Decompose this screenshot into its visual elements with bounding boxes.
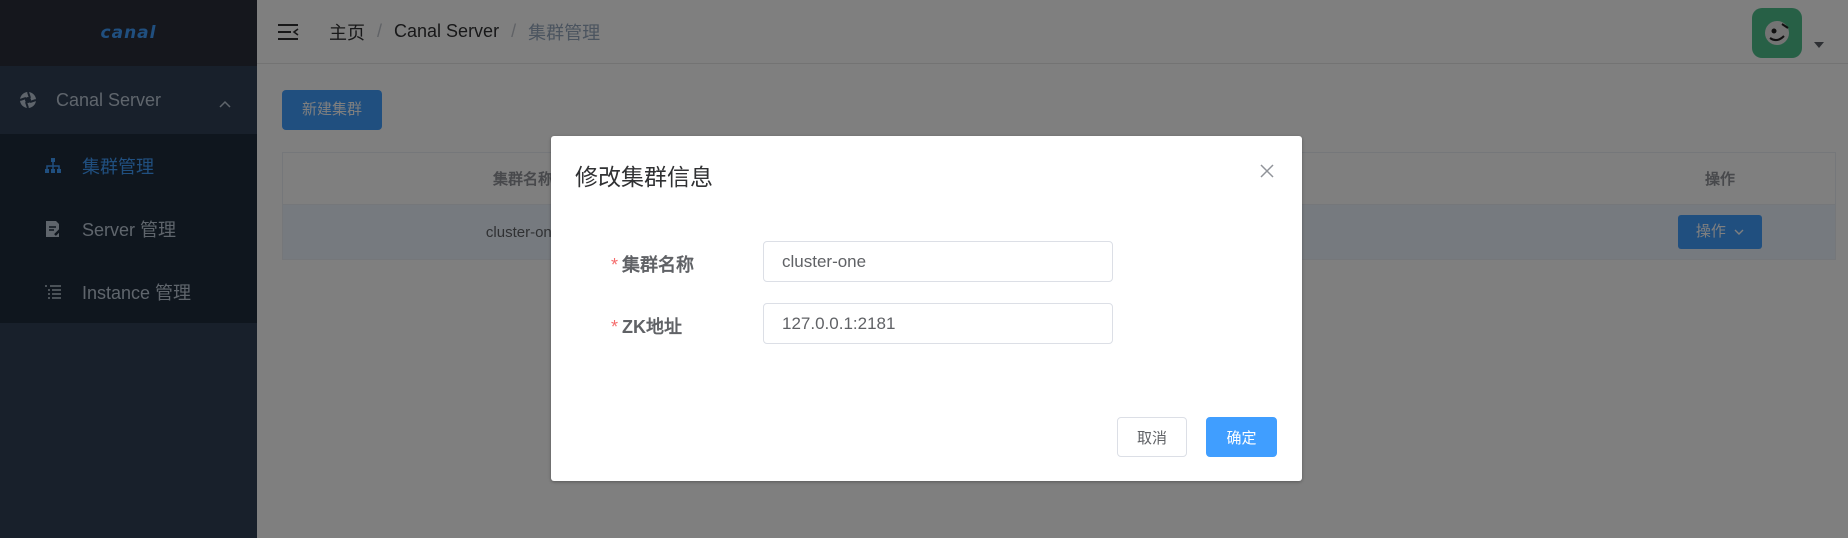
form-row-zk-address: * ZK地址 [551,303,1302,345]
confirm-button[interactable]: 确定 [1206,417,1277,457]
required-star: * [611,317,619,337]
form-row-cluster-name: * 集群名称 [551,241,1302,283]
field-label: * 集群名称 [611,255,695,275]
field-label: * ZK地址 [611,317,683,337]
close-icon[interactable] [1258,162,1276,180]
edit-cluster-dialog: 修改集群信息 *集群名称 *ZK地址 取消 确定 [551,136,1302,481]
required-star: * [611,255,619,275]
dialog-title: 修改集群信息 [575,164,713,190]
zk-address-input[interactable] [763,303,1113,344]
cluster-name-input[interactable] [763,241,1113,282]
cancel-button[interactable]: 取消 [1117,417,1187,457]
